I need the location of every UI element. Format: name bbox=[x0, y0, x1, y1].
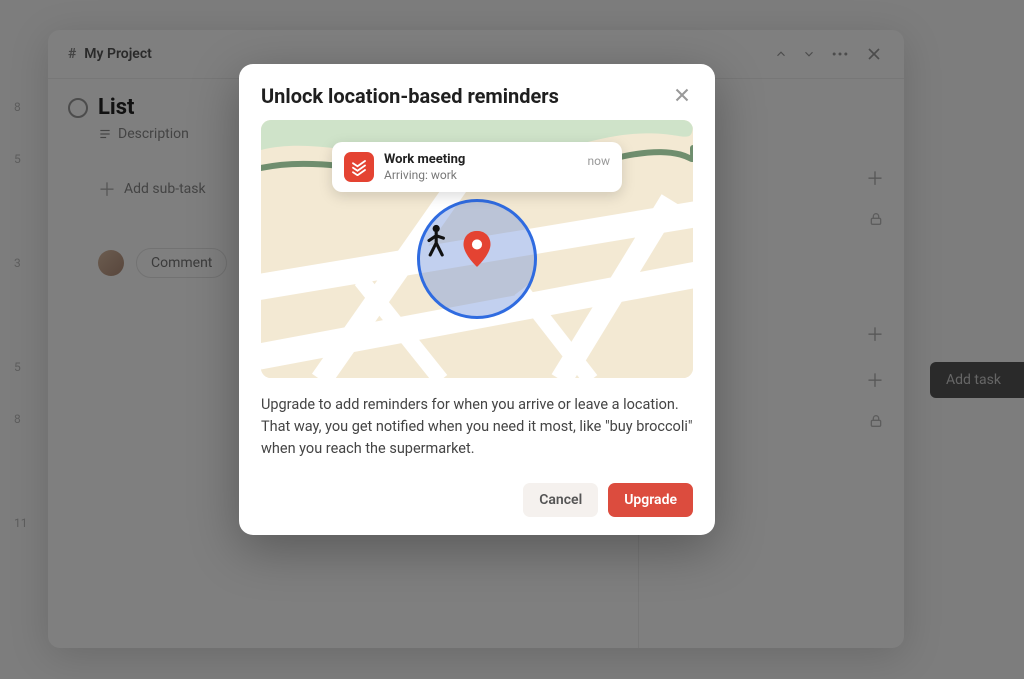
notification-title: Work meeting bbox=[384, 152, 578, 167]
notification-preview: Work meeting Arriving: work now bbox=[332, 142, 622, 192]
upgrade-modal: Unlock location-based reminders bbox=[239, 64, 715, 535]
notification-time: now bbox=[588, 154, 611, 168]
close-icon[interactable] bbox=[671, 84, 693, 106]
modal-title: Unlock location-based reminders bbox=[261, 84, 559, 108]
walking-person-icon bbox=[420, 224, 450, 260]
location-pin-icon bbox=[463, 231, 491, 267]
upgrade-button[interactable]: Upgrade bbox=[608, 483, 693, 517]
todoist-app-icon bbox=[344, 152, 374, 182]
cancel-button[interactable]: Cancel bbox=[523, 483, 598, 517]
map-illustration: Work meeting Arriving: work now bbox=[261, 120, 693, 378]
modal-description: Upgrade to add reminders for when you ar… bbox=[261, 394, 693, 459]
notification-subtitle: Arriving: work bbox=[384, 168, 578, 182]
